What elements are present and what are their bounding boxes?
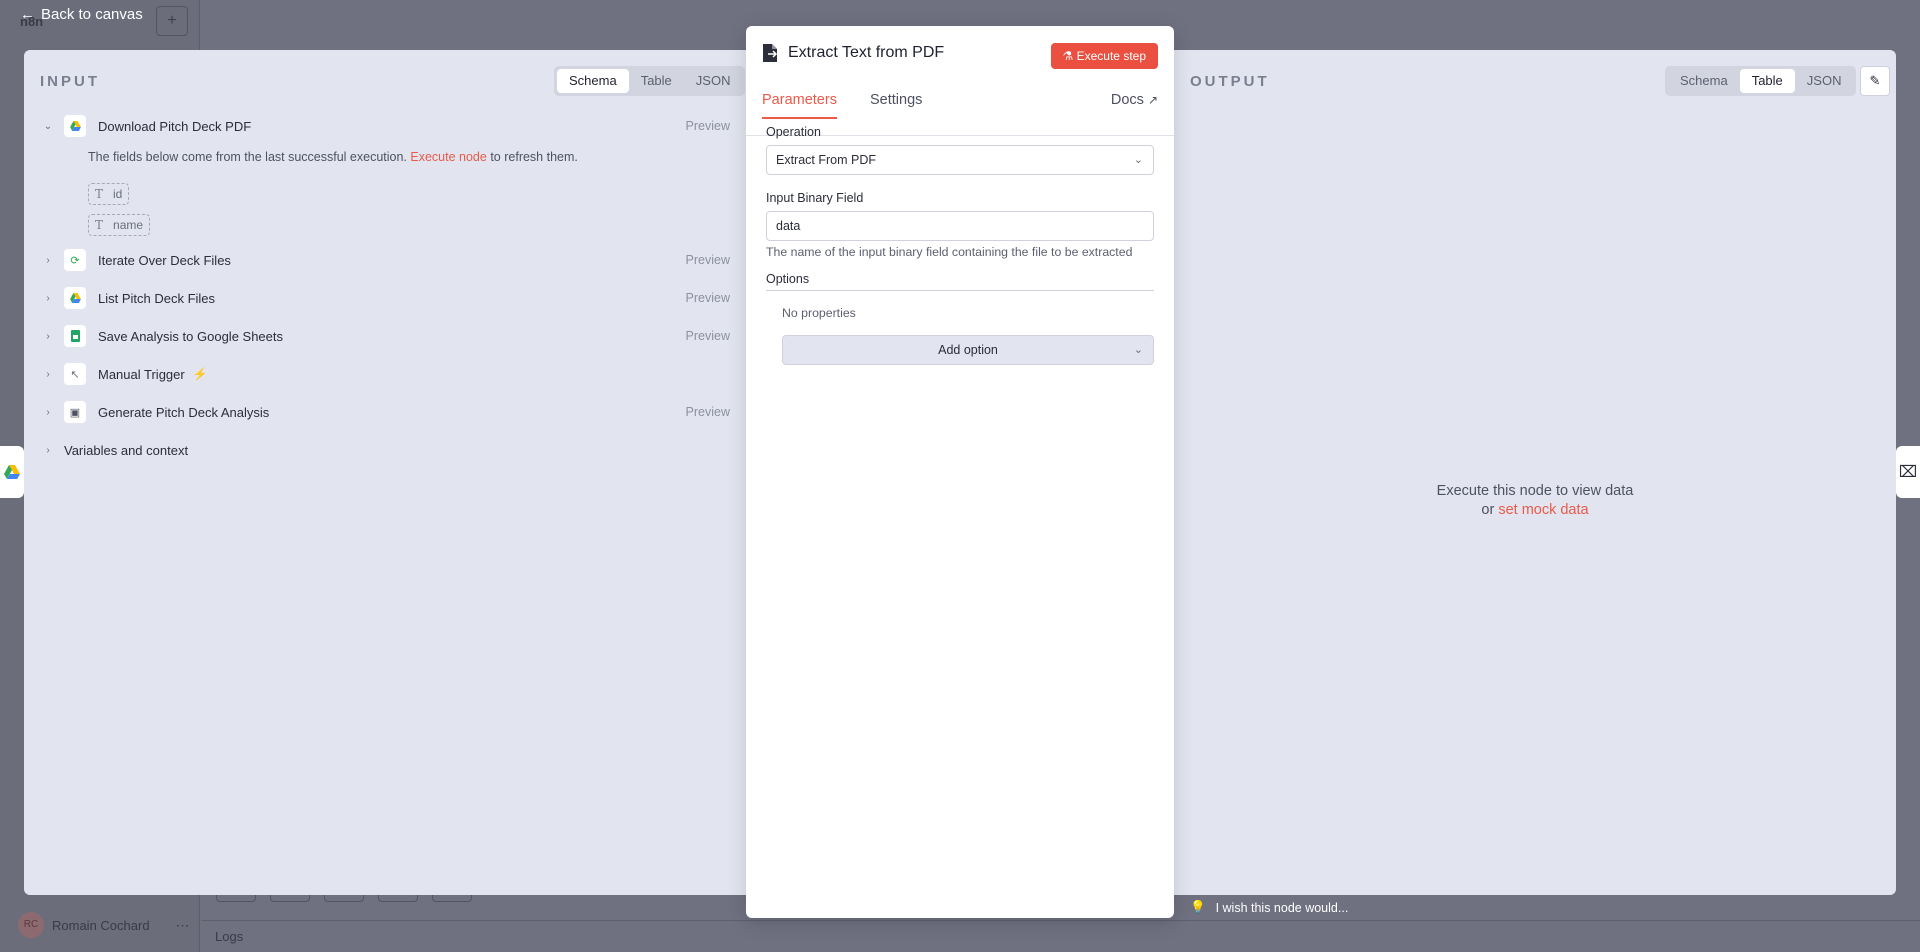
preview-link[interactable]: Preview xyxy=(686,253,730,267)
external-link-icon: ↗ xyxy=(1147,93,1158,107)
loop-icon: ⟳ xyxy=(64,249,86,271)
execute-step-button[interactable]: ⚗ Execute step xyxy=(1050,43,1158,69)
output-view-json[interactable]: JSON xyxy=(1795,69,1854,93)
input-node-iterate-over-deck-files[interactable]: › ⟳ Iterate Over Deck Files Preview xyxy=(40,247,730,273)
cursor-icon: ↖ xyxy=(64,363,86,385)
google-drive-icon xyxy=(64,287,86,309)
tab-parameters[interactable]: Parameters xyxy=(762,92,837,119)
binary-field-help: The name of the input binary field conta… xyxy=(766,245,1133,259)
chevron-right-icon[interactable]: › xyxy=(40,293,56,304)
input-node-list-pitch-deck-files[interactable]: › List Pitch Deck Files Preview xyxy=(40,285,730,311)
input-view-json[interactable]: JSON xyxy=(684,69,743,93)
chevron-down-icon[interactable]: ⌄ xyxy=(40,121,56,132)
node-header: Extract Text from PDF xyxy=(762,44,944,62)
tab-settings[interactable]: Settings xyxy=(870,92,922,117)
input-view-switcher: Schema Table JSON xyxy=(554,66,746,96)
logs-bar[interactable]: Logs xyxy=(201,920,1920,952)
input-view-table[interactable]: Table xyxy=(629,69,684,93)
google-drive-icon xyxy=(4,465,20,479)
previous-node-button[interactable] xyxy=(0,446,24,498)
variables-and-context[interactable]: › Variables and context xyxy=(40,437,730,463)
input-node-save-analysis[interactable]: › Save Analysis to Google Sheets Preview xyxy=(40,323,730,349)
node-settings-panel: Extract Text from PDF ⚗ Execute step Par… xyxy=(746,26,1174,918)
add-option-button[interactable]: Add option ⌄ xyxy=(782,335,1154,365)
user-menu[interactable]: RC Romain Cochard ⋯ xyxy=(18,912,190,938)
output-view-schema[interactable]: Schema xyxy=(1668,69,1740,93)
preview-link[interactable]: Preview xyxy=(686,329,730,343)
node-label: List Pitch Deck Files xyxy=(98,290,216,306)
lightbulb-icon: 💡 xyxy=(1190,900,1206,914)
no-properties-text: No properties xyxy=(782,306,856,320)
lightning-icon: ⚡ xyxy=(192,367,208,381)
google-drive-icon xyxy=(64,115,86,137)
variables-label: Variables and context xyxy=(64,442,189,458)
node-label: Download Pitch Deck PDF xyxy=(98,118,252,134)
chevron-right-icon[interactable]: › xyxy=(40,331,56,342)
input-node-download-pitch-deck[interactable]: ⌄ Download Pitch Deck PDF Preview xyxy=(40,113,730,139)
feedback-link[interactable]: 💡 I wish this node would... xyxy=(1190,900,1348,915)
operation-select[interactable]: Extract From PDF ⌄ xyxy=(766,145,1154,175)
preview-link[interactable]: Preview xyxy=(686,119,730,133)
back-to-canvas-label: Back to canvas xyxy=(41,6,143,23)
schema-field-name[interactable]: T name xyxy=(88,214,151,236)
input-node-generate-analysis[interactable]: › ▣ Generate Pitch Deck Analysis Preview xyxy=(40,399,730,425)
node-label: Save Analysis to Google Sheets xyxy=(98,328,284,344)
docs-link[interactable]: Docs ↗ xyxy=(1111,92,1158,108)
node-label: Manual Trigger xyxy=(98,366,185,382)
text-type-icon: T xyxy=(95,187,104,201)
user-name: Romain Cochard xyxy=(52,917,150,933)
arrow-left-icon: ← xyxy=(20,6,35,23)
options-divider xyxy=(766,290,1154,291)
flask-icon: ⚗ xyxy=(1062,49,1074,63)
binary-field-label: Input Binary Field xyxy=(766,191,864,205)
next-node-button[interactable]: ⌧ xyxy=(1896,446,1920,498)
file-pdf-icon xyxy=(763,44,778,62)
chevron-right-icon[interactable]: › xyxy=(40,255,56,266)
execute-node-link[interactable]: Execute node xyxy=(410,150,486,164)
input-view-schema[interactable]: Schema xyxy=(557,69,629,93)
output-empty-state: Execute this node to view data or set mo… xyxy=(1436,483,1634,518)
back-to-canvas-link[interactable]: ← Back to canvas xyxy=(20,6,143,23)
add-workflow-button[interactable]: + xyxy=(156,6,188,36)
preview-link[interactable]: Preview xyxy=(686,405,730,419)
pencil-icon: ✎ xyxy=(1869,73,1881,88)
robot-icon: ▣ xyxy=(64,401,86,423)
chevron-right-icon[interactable]: › xyxy=(40,407,56,418)
node-label: Generate Pitch Deck Analysis xyxy=(98,404,270,420)
node-title[interactable]: Extract Text from PDF xyxy=(788,44,944,62)
chevron-right-icon[interactable]: › xyxy=(40,369,56,380)
options-label: Options xyxy=(766,272,810,286)
avatar: RC xyxy=(18,912,44,938)
logs-label: Logs xyxy=(215,929,244,944)
more-icon[interactable]: ⋯ xyxy=(176,917,190,934)
edit-output-button[interactable]: ✎ xyxy=(1860,66,1890,96)
set-mock-data-link[interactable]: set mock data xyxy=(1498,502,1588,518)
chevron-right-icon[interactable]: › xyxy=(40,445,56,456)
text-type-icon: T xyxy=(95,218,104,232)
operation-label: Operation xyxy=(766,125,821,139)
schema-hint: The fields below come from the last succ… xyxy=(88,150,578,164)
chevron-down-icon: ⌄ xyxy=(1133,154,1143,166)
input-panel-title: INPUT xyxy=(40,73,100,90)
chevron-down-icon: ⌄ xyxy=(1133,344,1143,356)
output-panel-title: OUTPUT xyxy=(1190,73,1270,90)
node-label: Iterate Over Deck Files xyxy=(98,252,231,268)
google-sheets-icon xyxy=(64,325,86,347)
input-node-manual-trigger[interactable]: › ↖ Manual Trigger ⚡ xyxy=(40,361,730,387)
schema-field-id[interactable]: T id xyxy=(88,183,130,205)
preview-link[interactable]: Preview xyxy=(686,291,730,305)
robot-icon: ⌧ xyxy=(1898,464,1918,481)
output-view-switcher: Schema Table JSON xyxy=(1665,66,1857,96)
output-view-table[interactable]: Table xyxy=(1739,69,1795,93)
binary-field-input[interactable]: data xyxy=(766,211,1154,241)
